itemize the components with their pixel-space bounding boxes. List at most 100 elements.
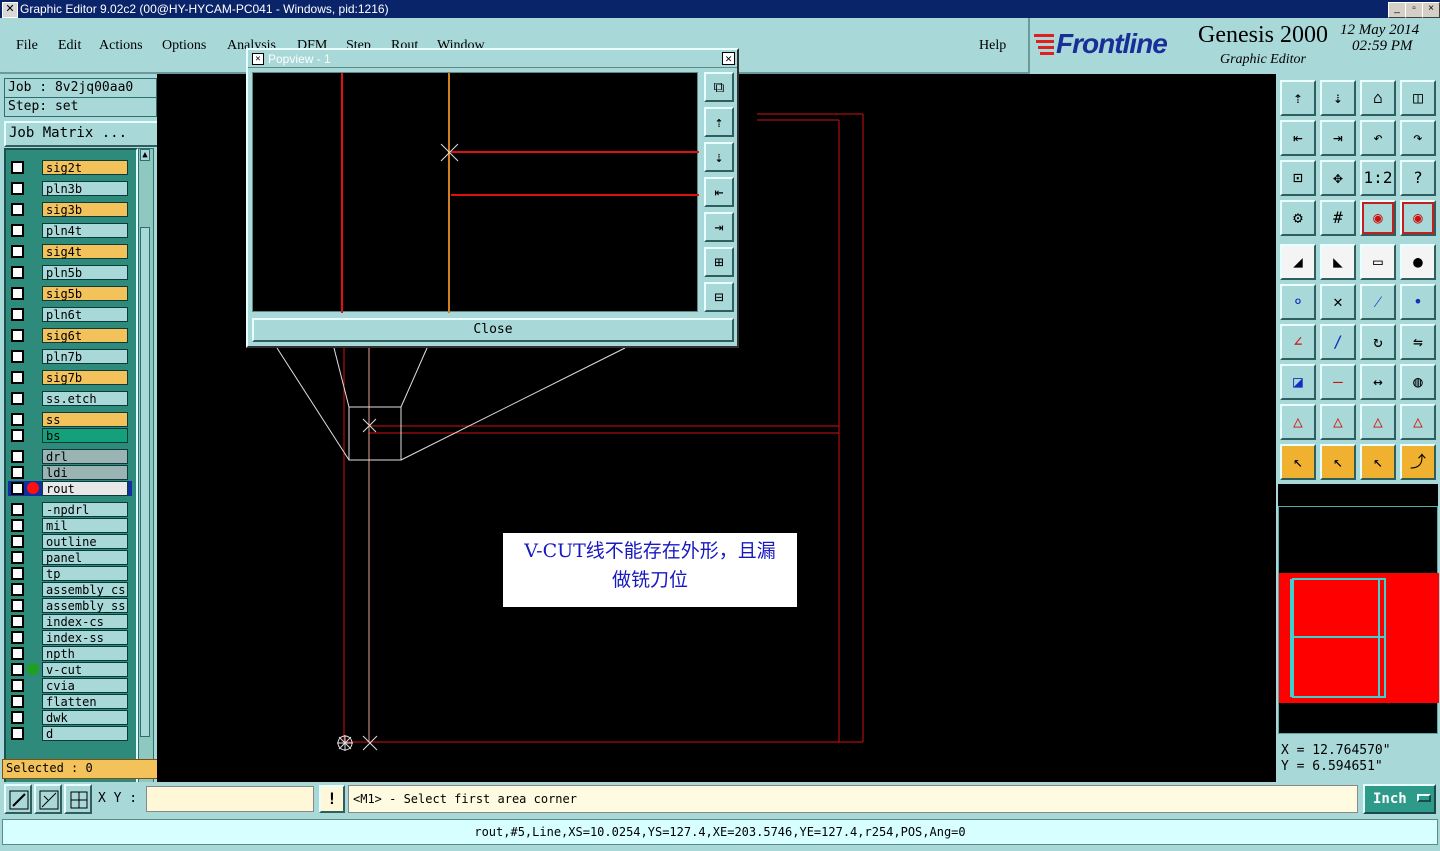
- circle-icon[interactable]: ●: [1400, 244, 1436, 280]
- menu-file[interactable]: File: [16, 38, 38, 54]
- layer-row-pln6t[interactable]: pln6t: [8, 307, 132, 322]
- triangle-b-icon[interactable]: △: [1320, 404, 1356, 440]
- measure-icon[interactable]: [34, 784, 62, 814]
- layer-row-ss.etch[interactable]: ss.etch: [8, 391, 132, 406]
- layer-checkbox[interactable]: [11, 392, 24, 405]
- layer-row-pln3b[interactable]: pln3b: [8, 181, 132, 196]
- popview-pan-down-icon[interactable]: ⇣: [704, 142, 734, 172]
- layer-name[interactable]: sig7b: [42, 370, 128, 385]
- layer-name[interactable]: rout: [42, 481, 128, 496]
- layer-checkbox[interactable]: [11, 482, 24, 495]
- center-icon[interactable]: ✥: [1320, 160, 1356, 196]
- triangle-c-icon[interactable]: △: [1360, 404, 1396, 440]
- grid-snap-icon[interactable]: [64, 784, 92, 814]
- select-path-icon[interactable]: ⤴: [1400, 444, 1436, 480]
- layer-checkbox[interactable]: [11, 535, 24, 548]
- layer-name[interactable]: bs: [42, 428, 128, 443]
- layer-row-pln4t[interactable]: pln4t: [8, 223, 132, 238]
- layer-checkbox[interactable]: [11, 615, 24, 628]
- layer-name[interactable]: index-ss: [42, 630, 128, 645]
- grid-icon[interactable]: #: [1320, 200, 1356, 236]
- layer-name[interactable]: -npdrl: [42, 502, 128, 517]
- triangle-a-icon[interactable]: △: [1280, 404, 1316, 440]
- triangle-d-icon[interactable]: △: [1400, 404, 1436, 440]
- angle-icon[interactable]: ∠: [1280, 324, 1316, 360]
- layer-name[interactable]: flatten: [42, 694, 128, 709]
- layer-name[interactable]: sig6t: [42, 328, 128, 343]
- layer-list[interactable]: sig2t pln3b sig3b pln4t sig4t pln5b sig5b pln6t…: [4, 148, 138, 824]
- layer-row-sig5b[interactable]: sig5b: [8, 286, 132, 301]
- layer-checkbox[interactable]: [11, 329, 24, 342]
- slash-icon[interactable]: /: [1320, 324, 1356, 360]
- layer-checkbox[interactable]: [11, 583, 24, 596]
- layer-row-ldi[interactable]: ldi: [8, 465, 132, 480]
- popview-zoom-in-icon[interactable]: ⊞: [704, 247, 734, 277]
- layer-row-sig3b[interactable]: sig3b: [8, 202, 132, 217]
- layer-checkbox[interactable]: [11, 371, 24, 384]
- layer-checkbox[interactable]: [11, 695, 24, 708]
- home-icon[interactable]: ⌂: [1360, 80, 1396, 116]
- dimension-icon[interactable]: ↔: [1360, 364, 1396, 400]
- connect-icon[interactable]: ⚬: [1280, 284, 1316, 320]
- redo-zoom-icon[interactable]: ↷: [1400, 120, 1436, 156]
- layer-row-d[interactable]: d: [8, 726, 132, 741]
- point-icon[interactable]: •: [1400, 284, 1436, 320]
- layer-name[interactable]: sig5b: [42, 286, 128, 301]
- layer-name[interactable]: drl: [42, 449, 128, 464]
- menu-actions[interactable]: Actions: [99, 38, 143, 54]
- layer-name[interactable]: assembly_ss: [42, 598, 128, 613]
- ruler-icon[interactable]: ▭: [1360, 244, 1396, 280]
- layer-row-rout[interactable]: rout: [8, 481, 132, 496]
- close-button[interactable]: ×: [1422, 2, 1440, 18]
- layer-checkbox[interactable]: [11, 203, 24, 216]
- layer-row-tp[interactable]: tp: [8, 566, 132, 581]
- popview-pan-right-icon[interactable]: ⇥: [704, 212, 734, 242]
- menu-options[interactable]: Options: [162, 38, 206, 54]
- job-matrix-button[interactable]: Job Matrix ...: [4, 121, 159, 147]
- layer-checkbox[interactable]: [11, 245, 24, 258]
- layer-row-index-cs[interactable]: index-cs: [8, 614, 132, 629]
- layer-name[interactable]: pln3b: [42, 181, 128, 196]
- layer-checkbox[interactable]: [11, 679, 24, 692]
- layer-checkbox[interactable]: [11, 631, 24, 644]
- layer-row-sig4t[interactable]: sig4t: [8, 244, 132, 259]
- mirror-icon[interactable]: ⇋: [1400, 324, 1436, 360]
- split-view-icon[interactable]: ◫: [1400, 80, 1436, 116]
- menu-edit[interactable]: Edit: [58, 38, 81, 54]
- layer-list-scrollbar[interactable]: ▲ ▼: [138, 148, 154, 822]
- alert-icon[interactable]: !: [319, 785, 345, 813]
- layer-checkbox[interactable]: [11, 266, 24, 279]
- layer-checkbox[interactable]: [11, 350, 24, 363]
- layer-checkbox[interactable]: [11, 287, 24, 300]
- layer-row-bs[interactable]: bs: [8, 428, 132, 443]
- layer-checkbox[interactable]: [11, 450, 24, 463]
- layer-name[interactable]: cvia: [42, 678, 128, 693]
- layer-name[interactable]: mil: [42, 518, 128, 533]
- layer-checkbox[interactable]: [11, 429, 24, 442]
- layer-name[interactable]: pln7b: [42, 349, 128, 364]
- zoom-out-page-icon[interactable]: ⇣: [1320, 80, 1356, 116]
- undo-zoom-icon[interactable]: ↶: [1360, 120, 1396, 156]
- minimize-button[interactable]: _: [1388, 2, 1406, 18]
- layer-name[interactable]: v-cut: [42, 662, 128, 677]
- snap-layer-icon[interactable]: ◉: [1360, 200, 1396, 236]
- restore-button[interactable]: ▫: [1405, 2, 1423, 18]
- popview-close-icon[interactable]: ✕: [722, 52, 735, 65]
- popview-titlebar[interactable]: ✕ Popview - 1 ✕: [248, 50, 737, 68]
- layer-row-dwk[interactable]: dwk: [8, 710, 132, 725]
- layer-name[interactable]: dwk: [42, 710, 128, 725]
- layer-name[interactable]: pln6t: [42, 307, 128, 322]
- popview-zoom-out-icon[interactable]: ⊟: [704, 282, 734, 312]
- snap-feature-icon[interactable]: ◉: [1400, 200, 1436, 236]
- layer-checkbox[interactable]: [11, 727, 24, 740]
- line-red-icon[interactable]: —: [1320, 364, 1356, 400]
- select-box-icon[interactable]: ↖: [1320, 444, 1356, 480]
- layer-name[interactable]: outline: [42, 534, 128, 549]
- layer-checkbox[interactable]: [11, 647, 24, 660]
- layer-checkbox[interactable]: [11, 161, 24, 174]
- scroll-up-arrow-icon[interactable]: ▲: [140, 149, 150, 161]
- popview-zoom-window-icon[interactable]: ⧉: [704, 72, 734, 102]
- xy-input[interactable]: [146, 786, 314, 812]
- zoom-area-icon[interactable]: [4, 784, 32, 814]
- select-arrow-icon[interactable]: ↖: [1280, 444, 1316, 480]
